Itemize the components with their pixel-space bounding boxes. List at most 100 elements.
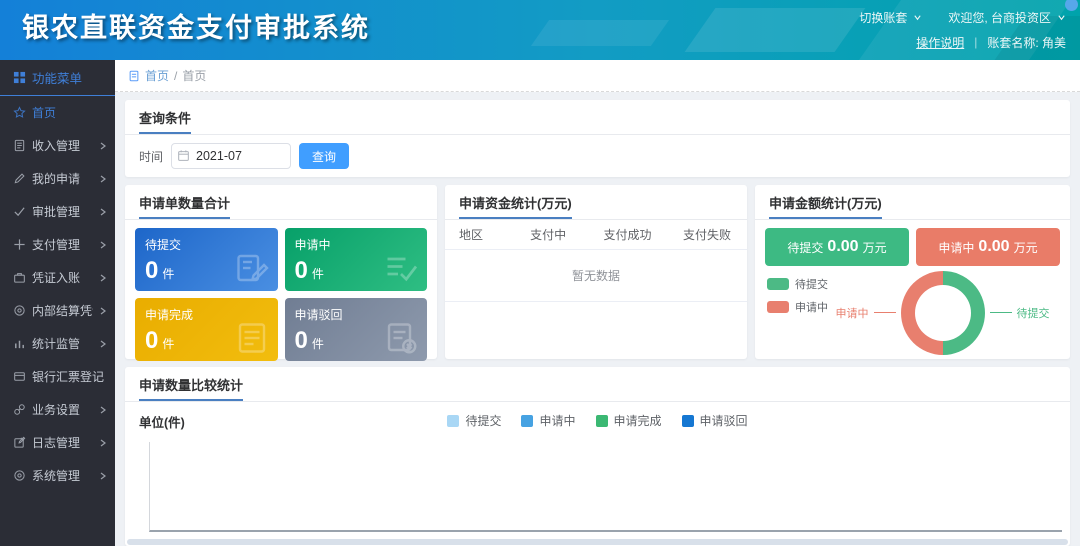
sidebar-item-statistics[interactable]: 统计监管 <box>0 327 115 360</box>
fund-stats-panel: 申请资金统计(万元) 地区 支付中 支付成功 支付失败 暂无数据 <box>445 185 747 359</box>
legend-item-pending[interactable]: 待提交 <box>767 276 828 292</box>
bar-chart-icon <box>13 337 26 350</box>
query-panel-title: 查询条件 <box>125 100 1070 135</box>
sidebar-item-business-settings[interactable]: 业务设置 <box>0 393 115 426</box>
check-icon <box>13 205 26 218</box>
sidebar-item-system[interactable]: 系统管理 <box>0 459 115 492</box>
table-header-row: 地区 支付中 支付成功 支付失败 <box>445 220 747 250</box>
notification-dot[interactable] <box>1065 0 1078 11</box>
page-icon <box>128 70 140 82</box>
comparison-panel: 申请数量比较统计 单位(件) 待提交 申请中 申请完成 申请驳回 <box>125 367 1070 546</box>
badge-pending-submit: 待提交0.00万元 <box>765 228 909 266</box>
chevron-right-icon <box>99 439 107 447</box>
chevron-right-icon <box>99 241 107 249</box>
donut-left-label: 申请中 <box>836 305 869 321</box>
amount-stats-title: 申请金额统计(万元) <box>755 185 1070 220</box>
chevron-right-icon <box>99 472 107 480</box>
briefcase-icon <box>13 271 26 284</box>
legend-item-progress[interactable]: 申请中 <box>767 299 828 315</box>
switch-account-link[interactable]: 切换账套 <box>859 9 907 26</box>
header-divider: | <box>974 35 977 49</box>
document-reject-icon <box>383 320 419 356</box>
legend-swatch <box>767 301 789 313</box>
account-name-label: 账套名称: 角美 <box>987 34 1066 51</box>
legend-swatch <box>447 415 459 427</box>
sidebar-item-income[interactable]: 收入管理 <box>0 129 115 162</box>
column-header: 支付成功 <box>588 226 667 243</box>
search-button[interactable]: 查询 <box>299 143 349 169</box>
star-icon <box>13 106 26 119</box>
breadcrumb-separator: / <box>174 69 177 83</box>
legend-item-completed[interactable]: 申请完成 <box>596 412 662 429</box>
legend-item-pending-submit[interactable]: 待提交 <box>447 412 501 429</box>
document-lines-icon <box>234 320 270 356</box>
sidebar-item-internal-settlement[interactable]: 内部结算凭证 <box>0 294 115 327</box>
chevron-right-icon <box>99 142 107 150</box>
calendar-icon <box>177 149 190 162</box>
header-decor-shape <box>531 20 669 46</box>
gear-icon <box>13 469 26 482</box>
breadcrumb-home-link[interactable]: 首页 <box>145 67 169 84</box>
donut-label-line <box>990 312 1012 313</box>
sidebar-item-home[interactable]: 首页 <box>0 96 115 129</box>
gear-icon <box>13 304 26 317</box>
summary-panel-title: 申请单数量合计 <box>125 185 437 220</box>
operation-guide-link[interactable]: 操作说明 <box>916 34 964 51</box>
document-icon <box>13 139 26 152</box>
sidebar-menu-title[interactable]: 功能菜单 <box>0 60 115 96</box>
sidebar-item-voucher-entry[interactable]: 凭证入账 <box>0 261 115 294</box>
chevron-down-icon <box>913 13 922 22</box>
fund-stats-title: 申请资金统计(万元) <box>445 185 747 220</box>
link-icon <box>13 403 26 416</box>
legend-swatch <box>596 415 608 427</box>
app-title: 银农直联资金支付审批系统 <box>22 0 370 56</box>
badge-in-progress: 申请中0.00万元 <box>916 228 1060 266</box>
donut-label-line <box>874 312 896 313</box>
edit-document-icon <box>234 250 270 286</box>
time-label: 时间 <box>139 148 163 165</box>
welcome-account-link[interactable]: 欢迎您, 台商投资区 <box>948 9 1051 26</box>
chevron-right-icon <box>99 208 107 216</box>
donut-chart-area: 待提交 申请中 申请中 待提交 <box>755 266 1070 359</box>
donut-right-label: 待提交 <box>1017 305 1050 321</box>
legend-item-rejected[interactable]: 申请驳回 <box>682 412 748 429</box>
sidebar-item-approval[interactable]: 审批管理 <box>0 195 115 228</box>
chevron-down-icon <box>1057 13 1066 22</box>
comparison-legend: 待提交 申请中 申请完成 申请驳回 <box>125 412 1070 429</box>
legend-swatch <box>521 415 533 427</box>
card-icon <box>13 370 26 383</box>
breadcrumb: 首页 / 首页 <box>115 60 1080 92</box>
stat-card-rejected: 申请驳回 0件 <box>285 298 428 361</box>
comparison-title: 申请数量比较统计 <box>125 367 1070 402</box>
stat-card-completed: 申请完成 0件 <box>135 298 278 361</box>
breadcrumb-current: 首页 <box>182 67 206 84</box>
amount-stats-panel: 申请金额统计(万元) 待提交0.00万元 申请中0.00万元 待提交 申请中 <box>755 185 1070 359</box>
column-header: 支付中 <box>508 226 587 243</box>
query-panel: 查询条件 时间 查询 <box>125 100 1070 177</box>
donut-legend: 待提交 申请中 <box>767 276 828 315</box>
stat-card-in-progress: 申请中 0件 <box>285 228 428 291</box>
edit-square-icon <box>13 436 26 449</box>
sidebar-item-payment[interactable]: 支付管理 <box>0 228 115 261</box>
list-check-icon <box>383 250 419 286</box>
chevron-right-icon <box>99 340 107 348</box>
legend-swatch <box>682 415 694 427</box>
legend-item-in-progress[interactable]: 申请中 <box>521 412 575 429</box>
bar-chart-plot-area <box>149 442 1062 532</box>
sidebar-item-bank-draft[interactable]: 银行汇票登记 <box>0 360 115 393</box>
plus-icon <box>13 238 26 251</box>
sidebar-item-logs[interactable]: 日志管理 <box>0 426 115 459</box>
chevron-right-icon <box>99 175 107 183</box>
legend-swatch <box>767 278 789 290</box>
chevron-right-icon <box>99 274 107 282</box>
app-header: 银农直联资金支付审批系统 切换账套 欢迎您, 台商投资区 操作说明 | 账套名称… <box>0 0 1080 60</box>
horizontal-scrollbar[interactable] <box>127 539 1068 545</box>
chevron-right-icon <box>99 307 107 315</box>
summary-panel: 申请单数量合计 待提交 0件 申请中 0件 申请 <box>125 185 437 359</box>
stat-card-pending-submit: 待提交 0件 <box>135 228 278 291</box>
header-decor-shape <box>685 8 866 52</box>
donut-chart[interactable] <box>901 271 985 355</box>
table-empty-text: 暂无数据 <box>445 250 747 302</box>
sidebar-item-my-applications[interactable]: 我的申请 <box>0 162 115 195</box>
chevron-right-icon <box>99 406 107 414</box>
